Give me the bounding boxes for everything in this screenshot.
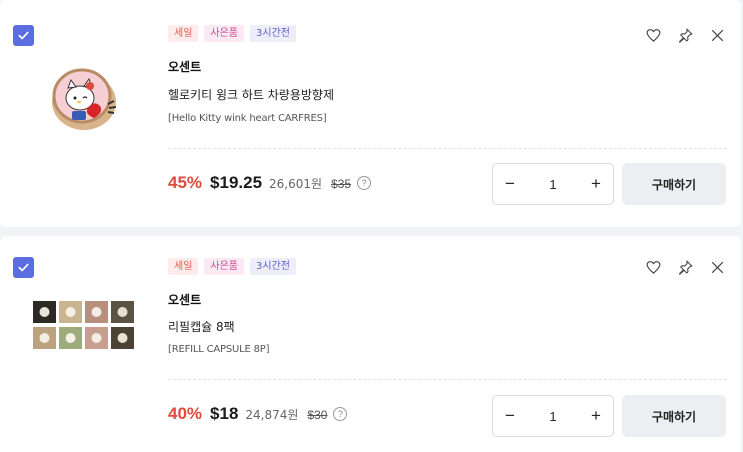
gift-tag: 사은품 xyxy=(204,258,245,275)
pin-icon xyxy=(678,260,693,275)
quantity-stepper: − 1 + xyxy=(492,163,614,205)
price-row: 40% $18 24,874원 $30 ? xyxy=(168,404,348,424)
price-krw: 24,874원 xyxy=(245,408,299,422)
price-row: 45% $19.25 26,601원 $35 ? xyxy=(168,173,372,193)
discount-rate: 40% xyxy=(168,404,203,423)
remove-button[interactable] xyxy=(708,258,727,277)
heart-icon xyxy=(646,29,661,42)
close-icon xyxy=(711,29,724,42)
buy-button[interactable]: 구매하기 xyxy=(622,163,726,205)
sale-tag: 세일 xyxy=(168,258,199,275)
cart-item: 세일 사은품 3시간전 오센트 리필캡슐 8팩 [REFILL CAPSULE … xyxy=(0,236,741,452)
price-info-icon[interactable]: ? xyxy=(357,176,372,190)
wishlist-button[interactable] xyxy=(644,258,663,277)
pin-button[interactable] xyxy=(676,26,695,45)
price-krw: 26,601원 xyxy=(269,177,323,191)
sale-tag: 세일 xyxy=(168,25,199,42)
checkmark-icon xyxy=(18,263,29,272)
checkmark-icon xyxy=(18,31,29,40)
discount-rate: 45% xyxy=(168,173,203,192)
product-english-name: [Hello Kitty wink heart CARFRES] xyxy=(168,113,327,124)
quantity-stepper: − 1 + xyxy=(492,395,614,437)
product-name[interactable]: 리필캡슐 8팩 xyxy=(168,318,235,335)
cart-item: 세일 사은품 3시간전 오센트 헬로키티 윙크 하트 차량용방향제 [Hello… xyxy=(0,0,741,227)
brand-name[interactable]: 오센트 xyxy=(168,58,201,75)
heart-icon xyxy=(646,261,661,274)
buy-button[interactable]: 구매하기 xyxy=(622,395,726,437)
gift-tag: 사은품 xyxy=(204,25,245,42)
wishlist-button[interactable] xyxy=(644,26,663,45)
quantity-value[interactable]: 1 xyxy=(549,409,556,424)
original-price: $35 xyxy=(331,177,352,191)
pin-icon xyxy=(678,28,693,43)
sale-price: $19.25 xyxy=(210,173,263,192)
item-select-checkbox[interactable] xyxy=(13,25,34,46)
product-english-name: [REFILL CAPSULE 8P] xyxy=(168,344,270,355)
decrease-quantity-button[interactable]: − xyxy=(503,174,517,194)
brand-name[interactable]: 오센트 xyxy=(168,291,201,308)
original-price: $30 xyxy=(307,408,328,422)
product-thumbnail-hello-kitty[interactable] xyxy=(44,58,124,138)
product-name[interactable]: 헬로키티 윙크 하트 차량용방향제 xyxy=(168,86,334,103)
price-info-icon[interactable]: ? xyxy=(333,407,348,421)
divider xyxy=(168,148,727,149)
item-actions xyxy=(644,258,727,277)
decrease-quantity-button[interactable]: − xyxy=(503,406,517,426)
product-thumbnail-refill-capsules[interactable] xyxy=(30,296,140,356)
time-tag: 3시간전 xyxy=(250,258,296,275)
tag-group: 세일 사은품 3시간전 xyxy=(168,25,296,42)
close-icon xyxy=(711,261,724,274)
time-tag: 3시간전 xyxy=(250,25,296,42)
remove-button[interactable] xyxy=(708,26,727,45)
quantity-value[interactable]: 1 xyxy=(549,177,556,192)
sale-price: $18 xyxy=(210,404,239,423)
divider xyxy=(168,379,727,380)
item-select-checkbox[interactable] xyxy=(13,257,34,278)
tag-group: 세일 사은품 3시간전 xyxy=(168,258,296,275)
item-actions xyxy=(644,26,727,45)
increase-quantity-button[interactable]: + xyxy=(589,406,603,426)
pin-button[interactable] xyxy=(676,258,695,277)
increase-quantity-button[interactable]: + xyxy=(589,174,603,194)
